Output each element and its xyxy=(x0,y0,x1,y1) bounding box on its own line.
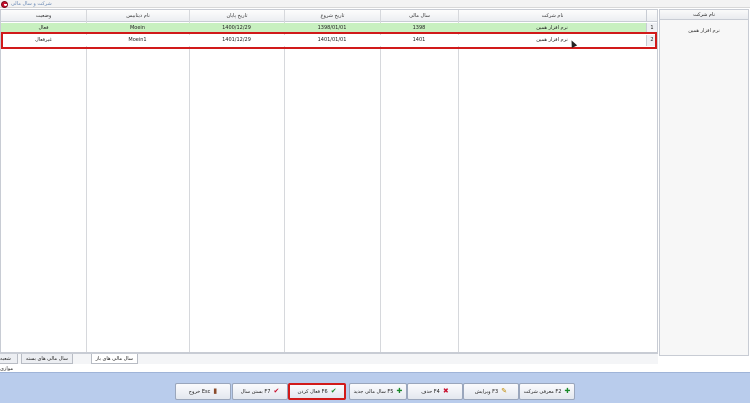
edit-button[interactable]: ویرایش F3 ✎ xyxy=(463,383,519,400)
company-fiscal-grid[interactable]: وضعیت نام دیتابیس تاریخ پایان تاریخ شروع… xyxy=(0,9,658,353)
exit-icon: ▮ xyxy=(213,387,218,395)
button-label: سال مالی جدید F5 xyxy=(353,388,394,395)
check-icon: ✔ xyxy=(330,387,337,395)
pencil-icon: ✎ xyxy=(501,387,508,395)
column-fiscal-year[interactable]: سال مالی xyxy=(380,10,458,352)
column-header-start-date[interactable]: تاریخ شروع xyxy=(285,10,380,22)
activate-button[interactable]: فعال کردن F6 ✔ xyxy=(288,383,346,400)
tab-closed-fiscal-years[interactable]: سال مالی های بسته xyxy=(20,354,73,364)
plus-icon: ✚ xyxy=(396,387,403,395)
plus-icon: ✚ xyxy=(564,387,571,395)
column-header-fiscal-year[interactable]: سال مالی xyxy=(381,10,458,22)
exit-button[interactable]: خروج Esc ▮ xyxy=(175,383,231,400)
column-status[interactable]: وضعیت xyxy=(1,10,86,352)
selected-row-highlight xyxy=(1,32,657,49)
button-label: حذف F4 xyxy=(421,388,440,395)
new-fiscal-year-button[interactable]: سال مالی جدید F5 ✚ xyxy=(349,383,407,400)
column-header-database[interactable]: نام دیتابیس xyxy=(87,10,189,22)
delete-icon: ✖ xyxy=(442,387,449,395)
column-start-date[interactable]: تاریخ شروع xyxy=(284,10,380,352)
button-label: خروج Esc xyxy=(188,388,211,395)
button-label: ویرایش F3 xyxy=(474,388,499,395)
delete-button[interactable]: حذف F4 ✖ xyxy=(407,383,463,400)
column-database[interactable]: نام دیتابیس xyxy=(86,10,189,352)
fiscal-year-tabs: سال مالی های باز سال مالی های بسته شعبه … xyxy=(0,353,658,372)
button-label: فعال کردن F6 xyxy=(297,388,328,395)
company-list-header: نام شرکت xyxy=(660,10,748,20)
window-title: شرکت و سال مالی xyxy=(11,1,52,7)
column-header-end-date[interactable]: تاریخ پایان xyxy=(190,10,284,22)
column-end-date[interactable]: تاریخ پایان xyxy=(189,10,284,352)
app-logo-icon xyxy=(1,0,8,8)
row-indicator-header xyxy=(646,10,657,22)
button-label: بستن سال F7 xyxy=(240,388,271,395)
button-label: معرفی شرکت F2 xyxy=(523,388,562,395)
column-header-status[interactable]: وضعیت xyxy=(1,10,86,22)
company-list-item[interactable]: نرم افزار همین xyxy=(662,24,746,38)
column-header-company-name[interactable]: نام شرکت xyxy=(459,10,646,22)
title-bar: شرکت و سال مالی xyxy=(0,0,750,8)
column-company-name[interactable]: نام شرکت xyxy=(458,10,646,352)
close-year-button[interactable]: بستن سال F7 ✔ xyxy=(232,383,288,400)
check-icon: ✔ xyxy=(273,387,280,395)
add-company-button[interactable]: معرفی شرکت F2 ✚ xyxy=(519,383,575,400)
tab-parallel-branch[interactable]: شعبه موازی xyxy=(0,354,18,372)
company-list-panel: نام شرکت نرم افزار همین xyxy=(659,9,749,356)
action-toolbar: معرفی شرکت F2 ✚ ویرایش F3 ✎ حذف F4 ✖ سال… xyxy=(0,372,750,403)
tab-open-fiscal-years[interactable]: سال مالی های باز xyxy=(90,354,138,364)
